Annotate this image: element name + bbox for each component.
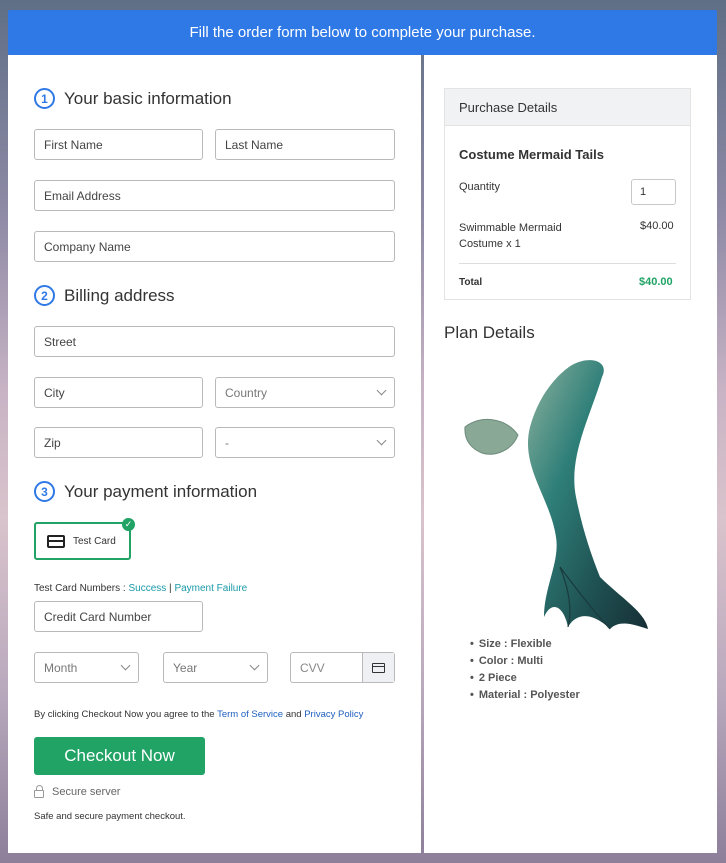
privacy-link[interactable]: Privacy Policy [304,709,363,720]
zip-input[interactable]: Zip [34,427,203,458]
email-input[interactable]: Email Address [34,180,395,211]
first-name-input[interactable]: First Name [34,129,203,160]
month-select[interactable]: Month [34,652,139,683]
test-card-numbers: Test Card Numbers : Success | Payment Fa… [34,583,247,594]
purchase-details-header: Purchase Details [445,89,690,126]
mermaid-tail-image [464,360,648,630]
last-name-input[interactable]: Last Name [215,129,395,160]
agreement-text: By clicking Checkout Now you agree to th… [34,709,363,720]
email-placeholder: Email Address [44,188,121,203]
plan-item: 2 Piece [470,672,580,684]
plan-item: Color : Multi [470,655,580,667]
step-number-1: 1 [34,88,55,109]
card-number-placeholder: Credit Card Number [44,609,152,624]
success-link[interactable]: Success [128,583,166,594]
country-select[interactable]: Country [215,377,395,408]
line-item-name-1: Swimmable Mermaid [459,222,562,234]
quantity-label: Quantity [459,181,500,193]
section-title-billing: Billing address [64,285,175,305]
chevron-down-icon [376,385,387,396]
checkout-button[interactable]: Checkout Now [34,737,205,775]
order-form-panel: 1 Your basic information First Name Last… [8,55,421,853]
zip-placeholder: Zip [44,435,61,450]
chevron-down-icon [120,660,131,671]
product-name: Costume Mermaid Tails [459,147,604,162]
last-name-placeholder: Last Name [225,137,284,152]
section-payment: 3 Your payment information [34,481,257,502]
cvv-placeholder: CVV [300,660,325,675]
lock-icon [34,784,44,798]
check-icon: ✓ [122,518,135,531]
chevron-down-icon [249,660,260,671]
chevron-down-icon [376,435,387,446]
summary-panel: Purchase Details Costume Mermaid Tails Q… [424,55,717,853]
line-item-name-2: Costume x 1 [459,238,521,250]
test-numbers-label: Test Card Numbers : [34,583,129,594]
plan-details-list: Size : Flexible Color : Multi 2 Piece Ma… [470,638,580,706]
plan-details-title: Plan Details [444,323,535,342]
cvv-card-icon-box [362,653,394,682]
payment-failure-link[interactable]: Payment Failure [174,583,247,594]
test-card-option[interactable]: Test Card ✓ [34,518,135,560]
section-title-payment: Your payment information [64,481,258,501]
section-title-basic: Your basic information [64,88,232,108]
quantity-value: 1 [640,186,647,198]
credit-card-icon [47,534,65,548]
section-basic-info: 1 Your basic information [34,88,232,109]
state-value: - [225,435,229,450]
plan-item: Size : Flexible [470,638,580,650]
step-number-3: 3 [34,481,55,502]
country-value: Country [225,385,268,400]
purchase-details-box: Purchase Details Costume Mermaid Tails Q… [444,88,691,300]
secure-server: Secure server [34,784,121,798]
year-value: Year [173,660,198,675]
line-item-price: $40.00 [640,220,674,232]
test-card-label: Test Card [73,535,116,547]
city-placeholder: City [44,385,65,400]
city-input[interactable]: City [34,377,203,408]
card-number-input[interactable]: Credit Card Number [34,601,203,632]
line-item-name: Swimmable Mermaid Costume x 1 [459,220,562,252]
card-icon [372,662,385,673]
total-label: Total [459,277,483,288]
agreement-prefix: By clicking Checkout Now you agree to th… [34,709,218,720]
first-name-placeholder: First Name [44,137,103,152]
company-placeholder: Company Name [44,239,131,254]
company-input[interactable]: Company Name [34,231,395,262]
year-select[interactable]: Year [163,652,268,683]
secure-server-label: Secure server [52,786,121,798]
terms-link[interactable]: Term of Service [217,709,283,720]
plan-item: Material : Polyester [470,689,580,701]
state-select[interactable]: - [215,427,395,458]
total-value: $40.00 [639,276,673,288]
safe-checkout-text: Safe and secure payment checkout. [34,811,186,822]
street-placeholder: Street [44,334,77,349]
agreement-and: and [283,709,305,720]
step-number-2: 2 [34,285,55,306]
top-banner: Fill the order form below to complete yo… [8,10,717,55]
quantity-input[interactable]: 1 [631,179,676,205]
month-value: Month [44,660,78,675]
banner-text: Fill the order form below to complete yo… [189,24,536,41]
summary-divider [459,263,676,264]
section-billing: 2 Billing address [34,285,175,306]
street-input[interactable]: Street [34,326,395,357]
cvv-input[interactable]: CVV [290,652,395,683]
